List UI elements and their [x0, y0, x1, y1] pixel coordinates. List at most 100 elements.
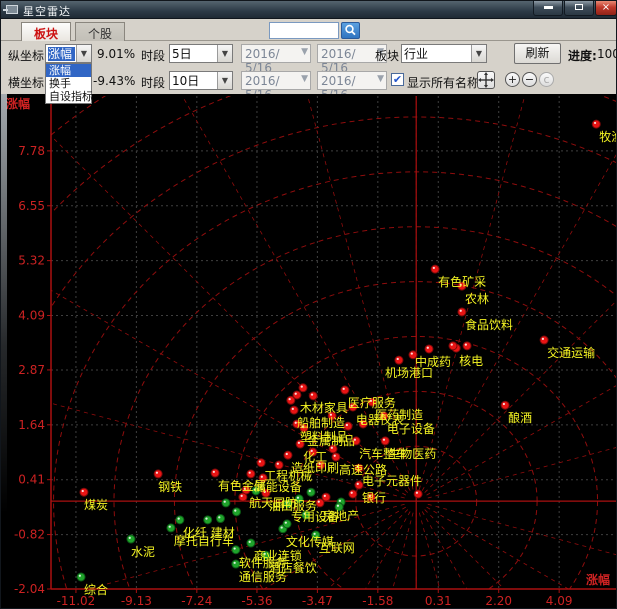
chevron-down-icon[interactable]: ▼ [76, 45, 91, 62]
svg-text:6.55: 6.55 [18, 199, 45, 213]
sector-combobox[interactable]: 行业 ▼ [401, 44, 487, 63]
tab-bar: 板块 个股 [1, 19, 617, 41]
date-from-2[interactable]: 2016/ 5/16▼ [241, 71, 311, 90]
svg-text:储能设备: 储能设备 [254, 479, 302, 494]
svg-text:0.41: 0.41 [18, 473, 45, 487]
svg-text:牧渔: 牧渔 [599, 130, 617, 144]
svg-text:电子元器件: 电子元器件 [362, 474, 422, 488]
dropdown-option-zhangfu[interactable]: 涨幅 [46, 64, 91, 77]
zoom-in-button[interactable]: + [505, 72, 520, 87]
y-axis-dropdown-list: 涨幅 换手 自设指标 [45, 63, 92, 104]
minimize-button[interactable] [533, 1, 563, 16]
dropdown-option-custom[interactable]: 自设指标 [46, 90, 91, 103]
svg-text:煤炭: 煤炭 [84, 498, 108, 512]
tab-sectors[interactable]: 板块 [21, 22, 71, 41]
y-axis-combobox[interactable]: 涨幅 ▼ [45, 44, 92, 63]
chevron-down-icon: ▼ [301, 47, 308, 57]
reset-view-button[interactable]: c [539, 72, 554, 87]
svg-text:核电: 核电 [459, 354, 483, 368]
svg-text:综合: 综合 [84, 582, 108, 597]
svg-text:有色矿采: 有色矿采 [438, 275, 486, 289]
close-button[interactable]: × [595, 1, 617, 16]
period1-label: 时段 [141, 47, 165, 64]
svg-text:4.09: 4.09 [546, 594, 573, 608]
search-icon [342, 23, 359, 38]
refresh-button[interactable]: 刷新 [514, 43, 561, 64]
dropdown-option-huanshou[interactable]: 换手 [46, 77, 91, 90]
minus-icon: − [525, 73, 534, 86]
svg-text:-5.36: -5.36 [241, 594, 272, 608]
y-axis-label: 纵坐标 [8, 47, 44, 64]
svg-text:食品饮料: 食品饮料 [465, 317, 513, 332]
svg-text:-9.13: -9.13 [121, 594, 152, 608]
progress-label: 进度: [568, 47, 597, 64]
search-input[interactable] [269, 22, 339, 39]
svg-text:互联网: 互联网 [319, 541, 355, 555]
svg-text:-7.24: -7.24 [181, 594, 212, 608]
tab-stocks[interactable]: 个股 [75, 22, 125, 41]
svg-text:2.87: 2.87 [18, 363, 45, 377]
chevron-down-icon[interactable]: ▼ [471, 45, 486, 62]
chevron-down-icon: ▼ [377, 74, 384, 84]
svg-text:5.32: 5.32 [18, 254, 45, 268]
period2-label: 时段 [141, 74, 165, 91]
svg-text:-1.58: -1.58 [362, 594, 393, 608]
app-icon [6, 5, 18, 14]
maximize-button[interactable] [564, 1, 594, 16]
reset-icon: c [543, 73, 549, 86]
svg-text:电子设备: 电子设备 [387, 422, 435, 436]
svg-text:农林: 农林 [465, 292, 489, 306]
chart-area[interactable]: -11.02-9.13-7.24-5.36-3.47-1.580.312.204… [1, 94, 617, 609]
svg-text:0.31: 0.31 [425, 594, 452, 608]
y-axis-value: 9.01% [97, 47, 135, 61]
chevron-down-icon[interactable]: ▼ [217, 72, 232, 89]
svg-text:涨幅: 涨幅 [6, 96, 30, 111]
title-bar[interactable]: 星空雷达 × [1, 1, 617, 19]
svg-text:船舶制造: 船舶制造 [297, 415, 345, 430]
svg-text:1.64: 1.64 [18, 418, 45, 432]
show-all-names-checkbox[interactable]: ✔ [391, 73, 404, 86]
svg-text:4.09: 4.09 [18, 309, 45, 323]
date-from-1[interactable]: 2016/ 5/16▼ [241, 44, 311, 63]
svg-text:钢铁: 钢铁 [158, 480, 182, 494]
progress-value: 100% [597, 47, 617, 61]
zoom-out-button[interactable]: − [522, 72, 537, 87]
svg-text:7.78: 7.78 [18, 144, 45, 158]
svg-text:2.20: 2.20 [485, 594, 512, 608]
radar-scatter-chart[interactable]: -11.02-9.13-7.24-5.36-3.47-1.580.312.204… [1, 94, 617, 609]
chevron-down-icon[interactable]: ▼ [217, 45, 232, 62]
svg-text:交通运输: 交通运输 [547, 345, 595, 360]
svg-text:银行: 银行 [362, 491, 386, 505]
date-to-2[interactable]: 2016/ 5/16▼ [317, 71, 387, 90]
svg-text:摩托自行车: 摩托自行车 [174, 533, 234, 548]
search-button[interactable] [341, 22, 360, 39]
svg-text:生物医药: 生物医药 [388, 447, 436, 461]
x-axis-label: 横坐标 [8, 74, 44, 91]
window-title: 星空雷达 [23, 3, 71, 19]
show-all-names-label: 显示所有名称 [407, 74, 479, 91]
svg-text:-3.47: -3.47 [302, 594, 333, 608]
svg-text:通信服务: 通信服务 [239, 569, 287, 584]
svg-text:-0.82: -0.82 [14, 528, 45, 542]
svg-text:涨幅: 涨幅 [586, 572, 610, 587]
svg-text:-2.04: -2.04 [14, 582, 45, 596]
x-axis-value: -9.43% [93, 74, 135, 88]
svg-text:机场港口: 机场港口 [385, 366, 433, 380]
svg-text:酿酒: 酿酒 [508, 410, 532, 425]
maximize-icon [575, 4, 583, 10]
close-icon: × [602, 2, 610, 13]
move-arrows-icon [478, 72, 494, 88]
app-window: 星空雷达 × 板块 个股 纵坐标 涨幅 ▼ 9.01% 时段 5日 ▼ 201 [0, 0, 617, 609]
svg-text:木材家具: 木材家具 [300, 400, 348, 415]
svg-text:塑料制品: 塑料制品 [300, 429, 348, 444]
control-panel: 纵坐标 涨幅 ▼ 9.01% 时段 5日 ▼ 2016/ 5/16▼ 2016/… [1, 41, 617, 94]
sector-label: 板块 [375, 47, 399, 64]
period1-combobox[interactable]: 5日 ▼ [169, 44, 233, 63]
chevron-down-icon: ▼ [301, 74, 308, 84]
svg-text:水泥: 水泥 [131, 545, 155, 559]
minimize-icon [544, 6, 553, 9]
period2-combobox[interactable]: 10日 ▼ [169, 71, 233, 90]
plus-icon: + [508, 73, 517, 86]
svg-text:房地产: 房地产 [323, 508, 359, 523]
pan-button[interactable] [477, 71, 495, 89]
